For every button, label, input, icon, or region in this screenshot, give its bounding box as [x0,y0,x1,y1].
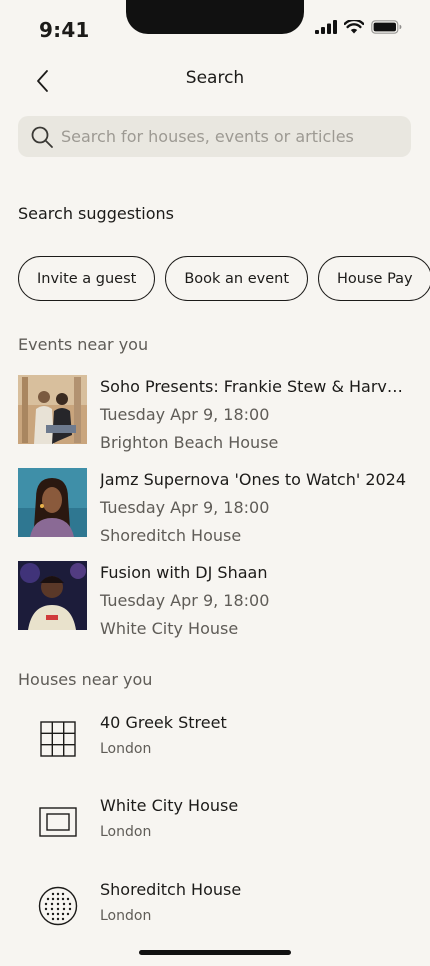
event-date: Tuesday Apr 9, 18:00 [100,498,270,517]
event-item[interactable]: Jamz Supernova 'Ones to Watch' 2024 Tues… [18,468,430,545]
search-icon [29,124,55,150]
nav-header: Search [0,60,430,100]
house-name: 40 Greek Street [100,713,227,732]
event-text: Fusion with DJ Shaan Tuesday Apr 9, 18:0… [100,559,430,643]
wifi-icon [344,20,364,34]
search-input[interactable] [61,127,411,146]
grid-icon [38,719,78,759]
event-date: Tuesday Apr 9, 18:00 [100,591,270,610]
status-icons [315,20,402,34]
house-item[interactable]: Shoreditch House London [18,880,430,940]
house-name: Shoreditch House [100,880,242,899]
page-title: Search [185,68,245,88]
event-title: Soho Presents: Frankie Stew & Harvey Gun… [100,377,412,396]
house-city: London [100,908,152,924]
house-city: London [100,741,152,757]
house-item[interactable]: White City House London [18,796,430,856]
event-title: Jamz Supernova 'Ones to Watch' 2024 [100,470,407,489]
event-text: Jamz Supernova 'Ones to Watch' 2024 Tues… [100,466,430,550]
event-item[interactable]: Soho Presents: Frankie Stew & Harvey Gun… [18,375,430,452]
event-thumbnail [18,375,87,444]
search-bar[interactable] [18,116,411,157]
status-time: 9:41 [39,18,90,42]
event-text: Soho Presents: Frankie Stew & Harvey Gun… [100,373,430,457]
house-item[interactable]: 40 Greek Street London [18,713,430,773]
house-name: White City House [100,796,239,815]
houses-heading: Houses near you [18,670,153,689]
event-date: Tuesday Apr 9, 18:00 [100,405,270,424]
event-venue: Brighton Beach House [100,433,279,452]
event-thumbnail [18,468,87,537]
chip-invite-guest[interactable]: Invite a guest [18,256,156,301]
device-notch [126,0,304,34]
status-bar: 9:41 [0,0,430,56]
event-venue: Shoreditch House [100,526,242,545]
chip-house-pay[interactable]: House Pay [318,256,430,301]
home-indicator[interactable] [139,950,291,955]
chip-book-event[interactable]: Book an event [165,256,309,301]
dotted-circle-icon [38,886,78,926]
suggestion-chips: Invite a guest Book an event House Pay [18,256,430,301]
events-heading: Events near you [18,335,149,354]
battery-icon [371,20,402,34]
event-thumbnail [18,561,87,630]
search-suggestions-heading: Search suggestions [18,204,175,223]
frame-icon [38,802,78,842]
event-title: Fusion with DJ Shaan [100,563,268,582]
house-city: London [100,824,152,840]
event-item[interactable]: Fusion with DJ Shaan Tuesday Apr 9, 18:0… [18,561,430,638]
cellular-signal-icon [315,20,337,34]
event-venue: White City House [100,619,239,638]
